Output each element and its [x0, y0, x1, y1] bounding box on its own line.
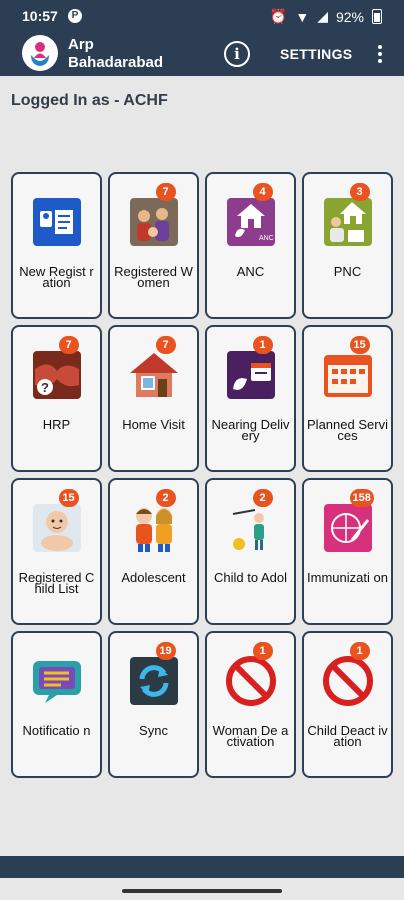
child-to-adol-icon — [225, 502, 277, 554]
sync-icon — [128, 655, 180, 707]
immunization-icon — [322, 502, 374, 554]
house-icon — [128, 349, 180, 401]
count-badge: 1 — [349, 642, 370, 660]
tile-label: Woman De activation — [212, 723, 289, 749]
calendar-icon — [322, 349, 374, 401]
battery-icon — [372, 9, 382, 24]
app-logo-icon — [22, 35, 58, 71]
count-badge: 7 — [155, 183, 176, 201]
tile-label: Registered Women — [114, 264, 193, 290]
tile-child-to-adol[interactable]: 2 Child to Adol — [205, 478, 296, 625]
tile-notificatio-n[interactable]: Notificatio n — [11, 631, 102, 778]
tile-label: Notificatio n — [22, 723, 91, 738]
tile-label: ANC — [236, 264, 265, 279]
tile-label: Sync — [139, 723, 168, 738]
tile-woman-de-activation[interactable]: 1 Woman De activation — [205, 631, 296, 778]
settings-button[interactable]: SETTINGS — [280, 46, 352, 62]
delivery-icon — [225, 349, 277, 401]
count-badge: 15 — [58, 489, 79, 507]
tile-label: Child to Adol — [214, 570, 287, 585]
status-time: 10:57 — [22, 8, 58, 24]
app-bar: Arp Bahadarabad i SETTINGS — [0, 32, 404, 76]
tile-label: New Regist ration — [19, 264, 94, 290]
count-badge: 3 — [349, 183, 370, 201]
women-icon — [128, 196, 180, 248]
app-title: Arp Bahadarabad — [68, 36, 164, 71]
chat-icon — [31, 655, 83, 707]
gesture-handle — [122, 889, 282, 893]
tile-sync[interactable]: 19 Sync — [108, 631, 199, 778]
adolescent-icon — [128, 502, 180, 554]
tile-label: Child Deact ivation — [307, 723, 388, 749]
pnc-icon — [322, 196, 374, 248]
prohibited-icon — [225, 655, 277, 707]
hrp-icon: ? — [31, 349, 83, 401]
alarm-icon: ⏰ — [269, 8, 288, 24]
status-bar: 10:57 P ⏰ ▼ ◢ 92% — [0, 0, 404, 32]
tile-home-visit[interactable]: 7 Home Visit — [108, 325, 199, 472]
tile-registered-women[interactable]: 7 Registered Women — [108, 172, 199, 319]
tile-label: Nearing Delivery — [211, 417, 290, 443]
wifi-icon: ▼ — [295, 8, 310, 25]
tile-immunizati-on[interactable]: 158 Immunizati on — [302, 478, 393, 625]
svg-text:?: ? — [41, 380, 49, 395]
bottom-bar — [0, 856, 404, 878]
signal-icon: ◢ — [317, 8, 328, 24]
tile-label: Planned Services — [307, 417, 388, 443]
parking-icon: P — [68, 9, 82, 23]
tile-label: Registered Child List — [18, 570, 95, 596]
baby-icon — [31, 502, 83, 554]
battery-percent: 92% — [335, 8, 364, 25]
count-badge: 1 — [252, 642, 273, 660]
tile-adolescent[interactable]: 2 Adolescent — [108, 478, 199, 625]
info-button[interactable]: i — [224, 41, 250, 67]
tile-label: Home Visit — [122, 417, 185, 432]
count-badge: 2 — [155, 489, 176, 507]
svg-text:ANC: ANC — [259, 235, 274, 242]
tile-anc[interactable]: 4 ANC ANC — [205, 172, 296, 319]
count-badge: 2 — [252, 489, 273, 507]
count-badge: 7 — [155, 336, 176, 354]
count-badge: 1 — [252, 336, 273, 354]
count-badge: 15 — [349, 336, 370, 354]
tile-label: HRP — [42, 417, 71, 432]
tile-hrp[interactable]: 7? HRP — [11, 325, 102, 472]
tile-label: Adolescent — [121, 570, 186, 585]
prohibited-icon — [322, 655, 374, 707]
count-badge: 7 — [58, 336, 79, 354]
count-badge: 4 — [252, 183, 273, 201]
tile-planned-services[interactable]: 15 Planned Services — [302, 325, 393, 472]
tile-child-deact-ivation[interactable]: 1 Child Deact ivation — [302, 631, 393, 778]
registration-icon — [31, 196, 83, 248]
count-badge: 19 — [155, 642, 176, 660]
count-badge: 158 — [349, 489, 374, 507]
menu-grid: New Regist ration 7 Registered Women 4 ANC AN… — [11, 172, 393, 778]
tile-registered-child-list[interactable]: 15 Registered Child List — [11, 478, 102, 625]
tile-nearing-delivery[interactable]: 1 Nearing Delivery — [205, 325, 296, 472]
tile-label: Immunizati on — [307, 570, 388, 585]
status-icons: ⏰ ▼ ◢ 92% — [270, 8, 382, 25]
more-options-icon[interactable] — [373, 43, 387, 65]
logged-in-label: Logged In as - ACHF — [11, 92, 168, 109]
anc-icon: ANC — [225, 196, 277, 248]
tile-pnc[interactable]: 3 PNC — [302, 172, 393, 319]
tile-new-regist-ration[interactable]: New Regist ration — [11, 172, 102, 319]
tile-label: PNC — [333, 264, 362, 279]
